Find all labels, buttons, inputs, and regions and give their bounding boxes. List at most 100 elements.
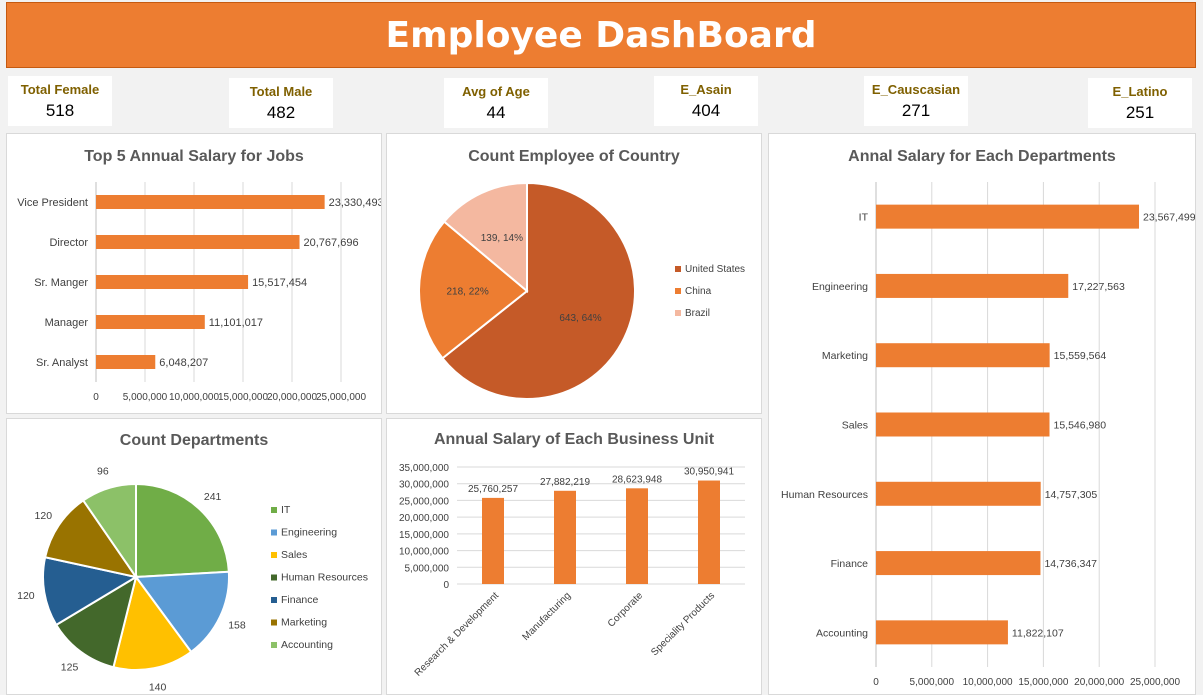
jobs-salary-chart: 0 5,000,000 10,000,00015,000,00020,000,000… xyxy=(17,182,381,403)
bar xyxy=(626,488,648,584)
slice-label: 125 xyxy=(61,662,79,674)
x-tick-label: 20,000,000 xyxy=(267,392,317,403)
x-tick-label: 20,000,000 xyxy=(1074,677,1124,688)
x-tick-label: 15,000,000 xyxy=(218,392,268,403)
category-label: Accounting xyxy=(816,627,868,639)
data-label: 15,517,454 xyxy=(252,277,307,289)
x-tick-label: 5,000,000 xyxy=(123,392,168,403)
y-tick-label: 35,000,000 xyxy=(399,463,449,474)
legend-label: Human Resources xyxy=(281,572,368,584)
y-tick-label: 5,000,000 xyxy=(405,563,450,574)
bar xyxy=(96,235,300,249)
legend-label: Engineering xyxy=(281,527,337,539)
data-label: 27,882,219 xyxy=(540,477,590,488)
legend-label: Accounting xyxy=(281,639,333,651)
bar xyxy=(876,551,1041,576)
kpi-value: 518 xyxy=(45,101,75,120)
country-pie-chart: 643, 64% 218, 22% 139, 14% United States Chi… xyxy=(418,181,745,400)
business-unit-panel: Annual Salary of Each Business Unit 0 5,0… xyxy=(386,418,762,695)
category-label: Director xyxy=(49,237,88,249)
category-label: Engineering xyxy=(812,281,868,293)
legend-label: Finance xyxy=(281,594,319,606)
bar xyxy=(96,355,156,369)
slice-label: 120 xyxy=(35,510,53,522)
bar xyxy=(876,620,1008,645)
legend-swatch xyxy=(675,266,681,272)
category-label: Corporate xyxy=(606,590,646,630)
x-tick-label: 25,000,000 xyxy=(1130,677,1180,688)
data-label: 25,760,257 xyxy=(468,484,518,495)
kpi-e-causcasian: E_Causcasian 271 xyxy=(864,76,968,126)
data-label: 17,227,563 xyxy=(1072,281,1125,293)
slice-label: 139, 14% xyxy=(481,233,523,244)
category-label: Sales xyxy=(842,420,868,432)
data-label: 14,736,347 xyxy=(1044,558,1097,570)
category-label: Speciality Products xyxy=(649,590,717,658)
kpi-label: Total Male xyxy=(249,84,313,99)
category-label: Human Resources xyxy=(781,489,868,501)
bar xyxy=(876,204,1140,229)
y-tick-label: 25,000,000 xyxy=(399,496,449,507)
legend-swatch xyxy=(675,310,681,316)
department-salary-panel: Annal Salary for Each Departments 0 5,000… xyxy=(768,133,1196,695)
count-departments-pie-chart: 241 158 140 125 120 120 96 IT Engineering Sales Hu… xyxy=(17,465,368,693)
country-panel: Count Employee of Country 643, 64% 218, 2… xyxy=(386,133,762,414)
legend-swatch xyxy=(271,619,277,626)
legend-label: Brazil xyxy=(685,308,710,319)
data-label: 30,950,941 xyxy=(684,467,734,478)
page-title: Employee DashBoard xyxy=(385,14,817,56)
kpi-value: 271 xyxy=(901,101,931,120)
bar xyxy=(876,343,1050,368)
legend-swatch xyxy=(271,507,277,513)
kpi-value: 251 xyxy=(1125,103,1155,122)
y-tick-label: 30,000,000 xyxy=(399,480,449,491)
category-label: Vice President xyxy=(17,197,88,209)
data-label: 20,767,696 xyxy=(304,237,359,249)
category-label: Marketing xyxy=(822,350,868,362)
jobs-salary-panel: Top 5 Annual Salary for Jobs 0 5,000,000 1… xyxy=(6,133,382,414)
legend-label: United States xyxy=(685,264,745,275)
slice-label: 218, 22% xyxy=(446,286,488,297)
legend-label: Sales xyxy=(281,549,307,561)
legend-swatch xyxy=(675,288,681,294)
category-label: IT xyxy=(859,212,869,224)
kpi-label: Avg of Age xyxy=(462,84,530,99)
bar xyxy=(554,490,576,584)
bar xyxy=(876,273,1069,298)
x-tick-label: 0 xyxy=(873,677,879,688)
kpi-label: E_Causcasian xyxy=(871,82,961,97)
x-tick-label: 10,000,000 xyxy=(169,392,219,403)
bar xyxy=(482,497,504,584)
bar xyxy=(876,412,1050,437)
legend-label: IT xyxy=(281,504,291,516)
department-salary-chart: 0 5,000,000 10,000,000 15,000,000 20,000,000… xyxy=(781,182,1195,688)
x-tick-label: 25,000,000 xyxy=(316,392,366,403)
category-label: Sr. Analyst xyxy=(36,357,88,369)
data-label: 15,559,564 xyxy=(1054,350,1107,362)
category-label: Research & Development xyxy=(413,590,502,679)
business-unit-chart: 0 5,000,000 10,000,000 15,000,000 20,000,000… xyxy=(399,463,745,679)
legend-swatch xyxy=(271,574,277,581)
kpi-label: Total Female xyxy=(20,82,100,97)
data-label: 15,546,980 xyxy=(1054,420,1107,432)
data-label: 11,101,017 xyxy=(209,317,263,329)
legend-swatch xyxy=(271,597,277,603)
slice-label: 643, 64% xyxy=(559,313,601,324)
legend-label: China xyxy=(685,286,712,297)
legend-swatch xyxy=(271,529,277,536)
data-label: 11,822,107 xyxy=(1012,627,1064,639)
x-tick-label: 0 xyxy=(93,392,99,403)
x-tick-label: 15,000,000 xyxy=(1018,677,1068,688)
bar xyxy=(876,481,1041,506)
slice-label: 120 xyxy=(17,590,35,602)
bar xyxy=(698,480,720,584)
kpi-avg-age: Avg of Age 44 xyxy=(444,78,548,128)
legend-swatch xyxy=(271,552,277,558)
category-label: Manufacturing xyxy=(521,590,574,643)
y-tick-label: 20,000,000 xyxy=(399,513,449,524)
kpi-value: 404 xyxy=(691,101,721,120)
y-tick-label: 0 xyxy=(443,580,449,591)
data-label: 6,048,207 xyxy=(159,357,208,369)
slice-label: 158 xyxy=(228,620,246,632)
category-label: Sr. Manger xyxy=(34,277,88,289)
